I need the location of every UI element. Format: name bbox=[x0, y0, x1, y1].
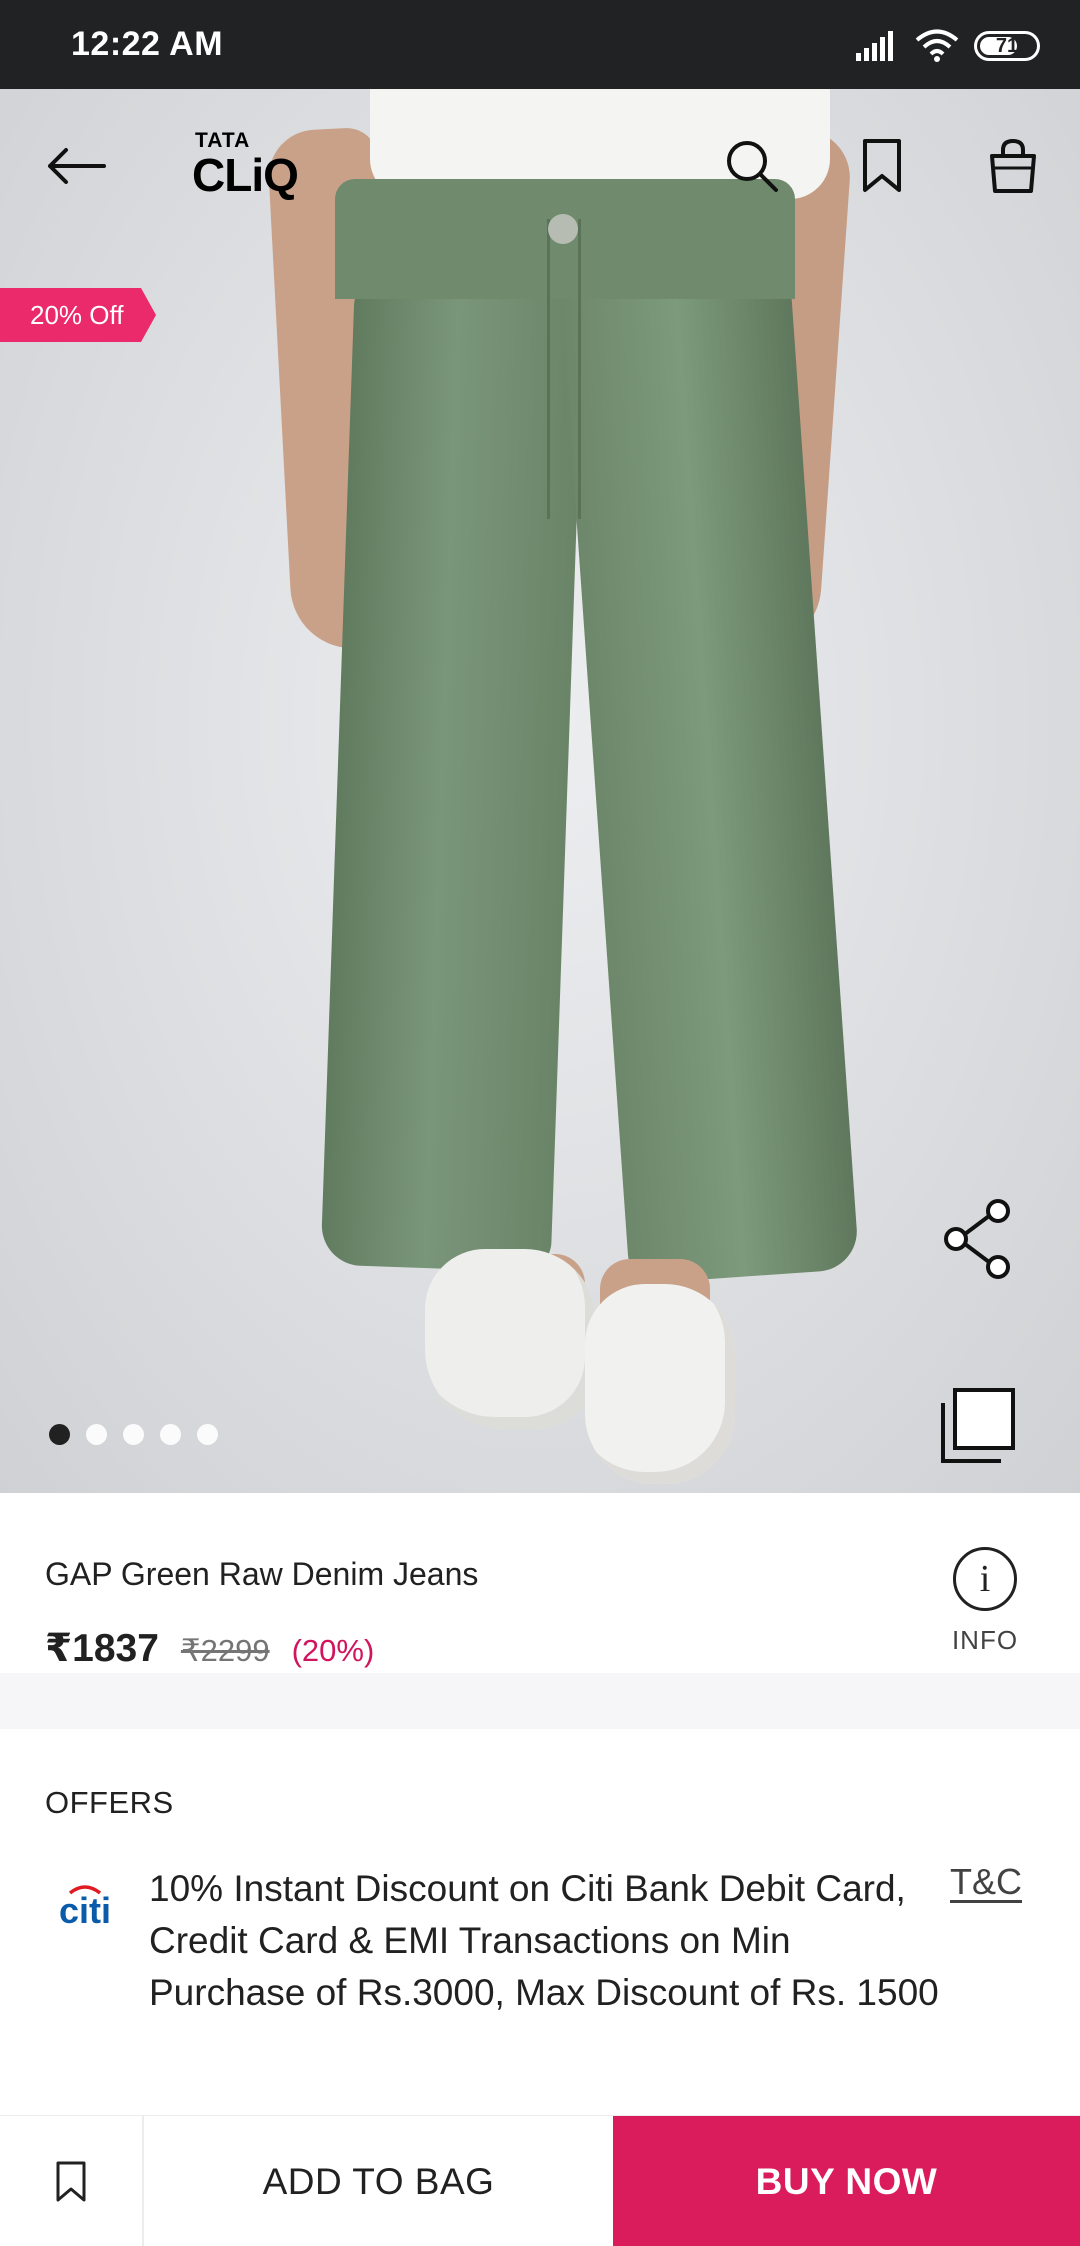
carousel-dot[interactable] bbox=[197, 1424, 218, 1445]
discount-percent: (20%) bbox=[291, 1633, 375, 1668]
back-button[interactable] bbox=[36, 126, 116, 206]
mrp-price: ₹2299 bbox=[180, 1633, 270, 1668]
save-to-wishlist-button[interactable] bbox=[0, 2116, 144, 2246]
gallery-button[interactable] bbox=[936, 1384, 1020, 1468]
back-arrow-icon bbox=[48, 148, 106, 184]
battery-indicator: 71 bbox=[974, 31, 1040, 61]
carousel-dot[interactable] bbox=[123, 1424, 144, 1445]
info-label: INFO bbox=[951, 1625, 1019, 1655]
product-info: GAP Green Raw Denim Jeans ₹1837 ₹2299 (2… bbox=[0, 1493, 1080, 1673]
wishlist-button[interactable] bbox=[842, 126, 922, 206]
shopping-bag-icon bbox=[990, 138, 1036, 193]
battery-level: 71 bbox=[995, 34, 1019, 57]
product-image-carousel[interactable] bbox=[0, 89, 1080, 1493]
carousel-indicator bbox=[49, 1424, 218, 1445]
offer-description: 10% Instant Discount on Citi Bank Debit … bbox=[149, 1868, 939, 2013]
signal-icon bbox=[856, 31, 893, 61]
search-button[interactable] bbox=[712, 126, 792, 206]
gallery-icon bbox=[941, 1388, 1015, 1463]
status-time: 12:22 AM bbox=[71, 25, 224, 63]
bottom-action-bar: ADD TO BAG BUY NOW bbox=[0, 2115, 1080, 2246]
tata-cliq-logo[interactable]: TATA CLiQ bbox=[192, 130, 312, 200]
status-icons: 71 bbox=[856, 28, 1040, 64]
svg-text:citi: citi bbox=[59, 1890, 111, 1929]
offers-title: OFFERS bbox=[45, 1785, 174, 1820]
info-icon: i bbox=[953, 1547, 1017, 1611]
discount-badge: 20% Off bbox=[0, 288, 156, 342]
carousel-dot[interactable] bbox=[160, 1424, 181, 1445]
offer-tnc-link[interactable]: T&C bbox=[950, 1861, 1022, 1903]
price-row: ₹1837 ₹2299 (20%) bbox=[45, 1626, 374, 1671]
section-divider bbox=[0, 1673, 1080, 1729]
wifi-icon bbox=[915, 29, 959, 62]
share-button[interactable] bbox=[936, 1194, 1020, 1284]
product-name: GAP Green Raw Denim Jeans bbox=[45, 1556, 479, 1592]
share-icon bbox=[944, 1199, 1010, 1279]
offers-section: OFFERS citi 10% Instant Discount on Citi… bbox=[0, 1729, 1080, 2115]
carousel-dot[interactable] bbox=[86, 1424, 107, 1445]
logo-bottom-text: CLiQ bbox=[192, 149, 299, 201]
buy-now-button[interactable]: BUY NOW bbox=[613, 2116, 1080, 2246]
shopping-bag-button[interactable] bbox=[973, 126, 1053, 206]
add-to-bag-button[interactable]: ADD TO BAG bbox=[144, 2116, 613, 2246]
bookmark-icon bbox=[863, 139, 901, 192]
bookmark-icon bbox=[56, 2161, 86, 2201]
carousel-dot[interactable] bbox=[49, 1424, 70, 1445]
search-icon bbox=[727, 141, 778, 192]
selling-price: ₹1837 bbox=[45, 1627, 159, 1670]
citi-logo-icon: citi bbox=[59, 1885, 111, 1929]
info-button[interactable]: i INFO bbox=[940, 1547, 1030, 1667]
status-bar: 12:22 AM 71 bbox=[0, 0, 1080, 89]
